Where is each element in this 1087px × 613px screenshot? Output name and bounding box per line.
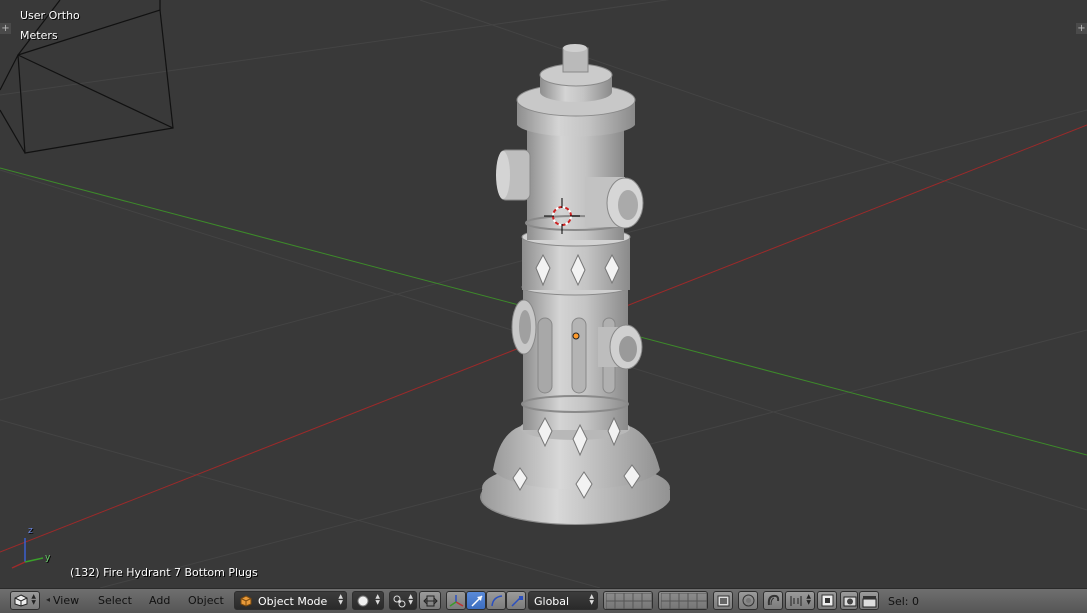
z-axis-label: z xyxy=(28,526,33,536)
opengl-render-animation-button[interactable] xyxy=(859,591,879,610)
snap-element-selector[interactable]: ▲ ▼ xyxy=(785,591,815,610)
mini-axis-gizmo xyxy=(11,538,44,569)
active-object-info: (132) Fire Hydrant 7 Bottom Plugs xyxy=(70,566,258,579)
selection-count: Sel: 0 xyxy=(888,595,920,608)
layer-grid-icon xyxy=(661,593,707,609)
proportional-edit-icon xyxy=(742,594,755,607)
3d-viewport[interactable]: z y User Ortho Meters (132) Fire Hydrant… xyxy=(0,0,1087,588)
snap-increment-icon xyxy=(790,596,802,606)
mode-label: Object Mode xyxy=(258,595,328,608)
y-axis-label: y xyxy=(45,553,51,563)
snap-toggle-button[interactable] xyxy=(763,591,783,610)
double-arrow-icon xyxy=(423,595,438,607)
mode-selector[interactable]: Object Mode ▲ ▼ xyxy=(234,591,347,610)
pivot-point-selector[interactable]: ▲ ▼ xyxy=(389,591,417,610)
menu-add[interactable]: Add xyxy=(149,594,170,607)
transform-orientation-selector[interactable]: Global ▲ ▼ xyxy=(528,591,598,610)
layer-buttons-group-2[interactable] xyxy=(658,591,708,610)
layer-grid-icon xyxy=(606,593,652,609)
snap-target-icon xyxy=(821,594,834,607)
toolshelf-toggle-icon[interactable]: + xyxy=(0,23,11,34)
menu-object[interactable]: Object xyxy=(188,594,224,607)
viewport-shading-selector[interactable]: ▲ ▼ xyxy=(352,591,384,610)
scale-manipulator-button[interactable] xyxy=(506,591,526,610)
3d-view-cube-icon xyxy=(14,594,28,607)
snap-magnet-icon xyxy=(767,594,780,606)
clapperboard-icon xyxy=(862,596,877,608)
menu-view[interactable]: View xyxy=(53,594,79,607)
snap-target-button[interactable] xyxy=(817,591,837,610)
pivot-point-icon xyxy=(393,595,406,608)
translate-arrow-icon xyxy=(471,595,483,607)
units-label: Meters xyxy=(20,29,58,42)
viewport-canvas[interactable] xyxy=(0,0,1087,588)
lock-camera-icon xyxy=(717,595,730,607)
object-origin xyxy=(572,332,580,340)
manipulator-icon xyxy=(449,595,464,607)
rotate-arc-icon xyxy=(491,595,503,607)
fire-hydrant-model xyxy=(480,44,670,525)
object-mode-cube-icon xyxy=(240,595,252,607)
properties-toggle-icon[interactable]: + xyxy=(1076,23,1087,34)
pivot-center-only-button[interactable] xyxy=(419,591,441,610)
lock-camera-button[interactable] xyxy=(713,591,733,610)
solid-sphere-icon xyxy=(357,595,369,607)
scale-icon xyxy=(511,596,523,607)
orientation-label: Global xyxy=(534,595,570,608)
opengl-render-image-button[interactable] xyxy=(840,591,858,610)
opengl-render-icon xyxy=(843,596,857,607)
3d-view-header: ▲ ▼ ◂ View Select Add Object Object Mode … xyxy=(0,588,1087,613)
editor-type-button[interactable]: ▲ ▼ xyxy=(10,591,40,610)
proportional-edit-button[interactable] xyxy=(738,591,758,610)
menu-select[interactable]: Select xyxy=(98,594,132,607)
manipulator-toggle[interactable] xyxy=(446,591,466,610)
layer-buttons-group-1[interactable] xyxy=(603,591,653,610)
rotate-manipulator-button[interactable] xyxy=(486,591,506,610)
camera-wireframe xyxy=(0,0,174,154)
header-collapse-icon[interactable]: ◂ xyxy=(46,591,52,610)
translate-manipulator-button[interactable] xyxy=(466,591,486,610)
view-name-label: User Ortho xyxy=(20,9,80,22)
